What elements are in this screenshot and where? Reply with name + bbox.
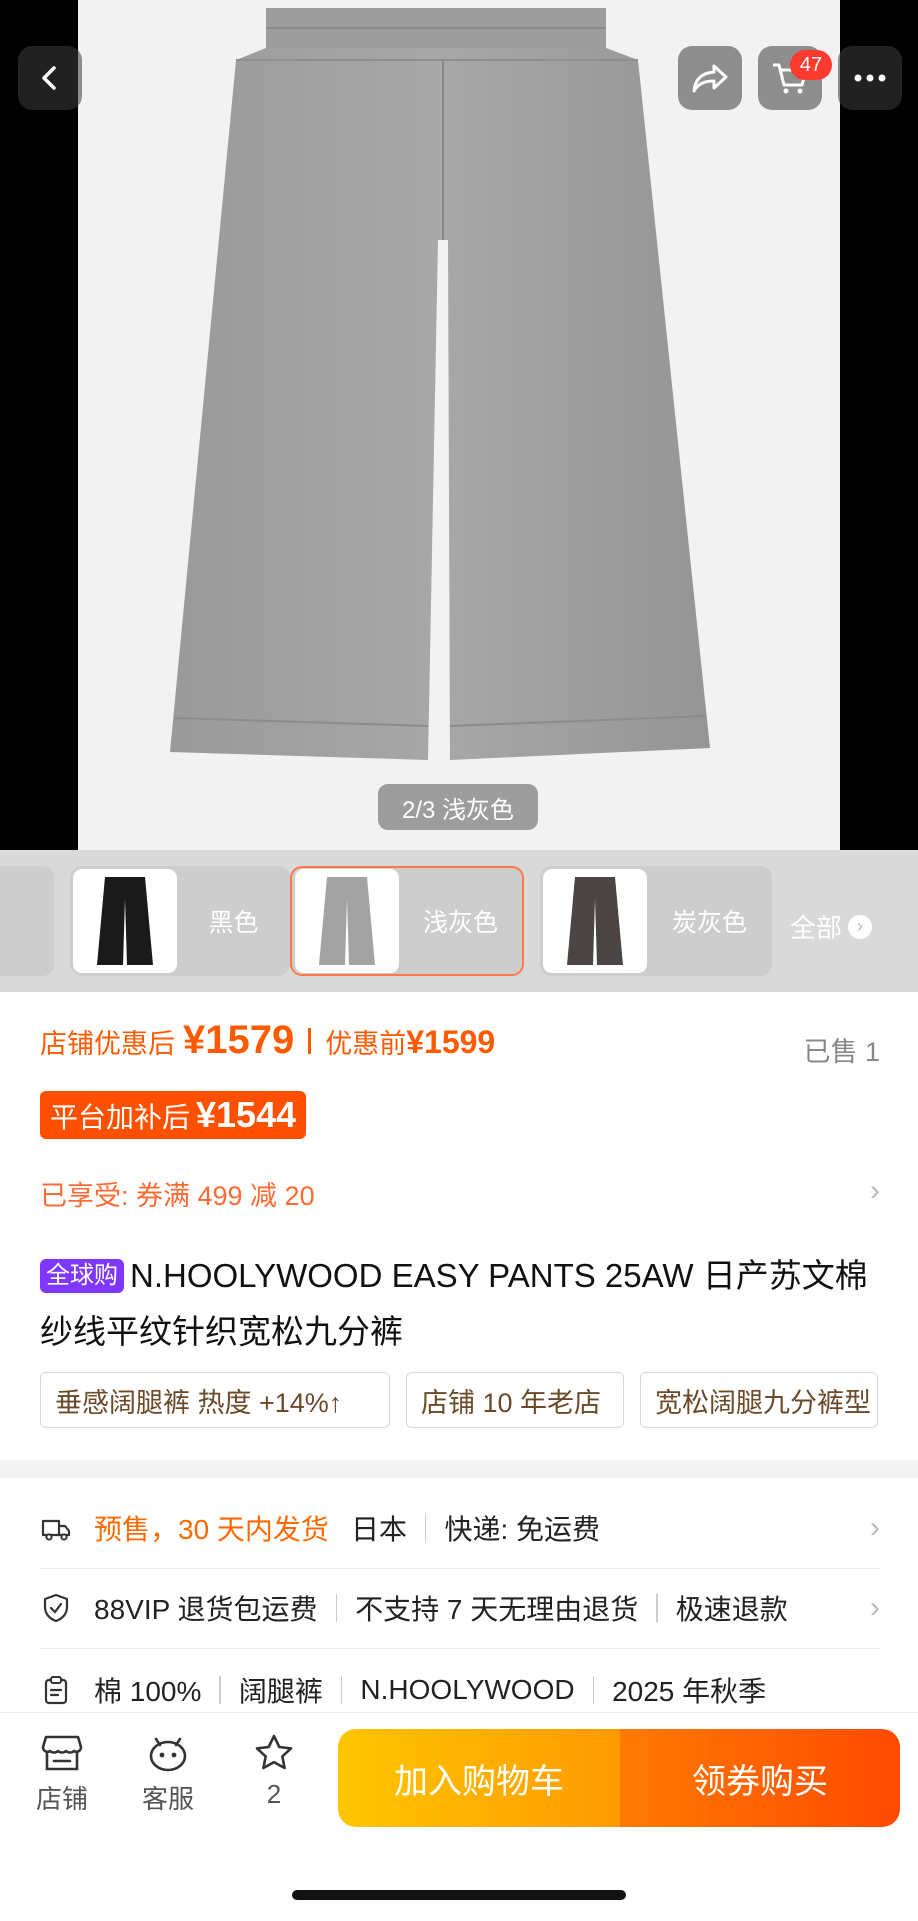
- store-label: 店铺: [35, 1784, 88, 1814]
- pre-discount-label: 优惠前: [325, 1029, 407, 1059]
- chevron-right-icon: ›: [870, 1174, 880, 1207]
- color-thumb-charcoal: [543, 869, 647, 973]
- separator: [592, 1676, 595, 1704]
- platform-price-value: ¥1544: [196, 1094, 297, 1135]
- all-colors-label: 全部: [790, 913, 843, 943]
- attr-brand: N.HOOLYWOOD: [360, 1674, 575, 1705]
- separator: [219, 1676, 221, 1704]
- store-icon: [41, 1735, 83, 1771]
- customer-service-icon: [149, 1737, 187, 1772]
- fast-refund-text: 极速退款: [675, 1594, 788, 1625]
- color-label: 浅灰色: [422, 909, 498, 937]
- return-policy-text: 不支持 7 天无理由退货: [355, 1594, 639, 1625]
- global-purchase-tag: 全球购: [40, 1259, 124, 1293]
- return-policy-row[interactable]: 88VIP 退货包运费 不支持 7 天无理由退货 极速退款 ›: [40, 1568, 880, 1649]
- cart-count-badge: 47: [790, 50, 832, 80]
- product-title: 全球购 N.HOOLYWOOD EASY PANTS 25AW 日产苏文棉纱线平纹…: [40, 1248, 885, 1360]
- clipboard-icon: [44, 1676, 68, 1705]
- back-button[interactable]: [18, 46, 82, 110]
- color-option-black[interactable]: 黑色: [70, 866, 290, 976]
- favorite-count: 2: [266, 1779, 282, 1809]
- price-divider: [308, 1027, 312, 1054]
- more-icon: [854, 74, 886, 82]
- color-label: 炭灰色: [671, 909, 747, 937]
- shop-price-value: ¥1579: [183, 1018, 295, 1062]
- origin-text: 日本: [350, 1514, 407, 1545]
- coupon-row[interactable]: 已享受: 券满 499 减 20 ›: [40, 1174, 880, 1213]
- platform-subsidy-badge: 平台加补后 ¥1544: [40, 1091, 307, 1139]
- color-option-light-gray[interactable]: 浅灰色: [290, 866, 524, 976]
- color-option-partial[interactable]: [0, 866, 54, 976]
- section-divider: [0, 1460, 918, 1478]
- separator: [656, 1594, 658, 1622]
- favorite-button[interactable]: 2: [234, 1733, 314, 1810]
- product-photo-light-gray-pants[interactable]: [78, 0, 840, 850]
- share-icon: [692, 64, 728, 93]
- sold-count: 已售 1: [803, 1037, 880, 1067]
- color-option-charcoal[interactable]: 炭灰色: [540, 866, 772, 976]
- shop-price-label: 店铺优惠后: [40, 1029, 175, 1059]
- chevron-right-icon: ›: [870, 1511, 880, 1544]
- back-icon: [42, 66, 56, 90]
- vip-return-text: 88VIP 退货包运费: [94, 1594, 318, 1625]
- chevron-right-icon: ›: [870, 1591, 880, 1624]
- color-thumb-light-gray: [295, 869, 399, 973]
- attr-style: 阔腿裤: [238, 1676, 323, 1707]
- truck-icon: [41, 1519, 71, 1541]
- add-to-cart-button[interactable]: 加入购物车: [338, 1729, 620, 1827]
- purchase-actions: 加入购物车 领券购买: [338, 1729, 900, 1827]
- color-thumb-black: [73, 869, 177, 973]
- product-tag[interactable]: 店铺 10 年老店: [406, 1372, 624, 1428]
- coupon-text: 已享受: 券满 499 减 20: [40, 1181, 315, 1211]
- customer-service-button[interactable]: 客服: [128, 1733, 208, 1816]
- express-text: 快递: 免运费: [444, 1514, 601, 1545]
- shipping-row[interactable]: 预售，30 天内发货 日本 快递: 免运费 ›: [40, 1488, 880, 1569]
- attr-season: 2025 年秋季: [612, 1676, 767, 1707]
- buy-with-coupon-button[interactable]: 领券购买: [620, 1729, 900, 1827]
- shield-check-icon: [43, 1593, 69, 1623]
- presale-text: 预售，30 天内发货: [94, 1514, 329, 1545]
- color-label: 黑色: [208, 909, 259, 937]
- attr-material: 棉 100%: [94, 1676, 202, 1707]
- shop-price: 店铺优惠后 ¥1579 优惠前 ¥1599: [40, 1018, 495, 1063]
- share-button[interactable]: [678, 46, 742, 110]
- pre-discount-value: ¥1599: [406, 1024, 496, 1060]
- separator: [340, 1676, 343, 1704]
- all-colors-button[interactable]: 全部 ›: [790, 908, 873, 945]
- photo-counter: 2/3 浅灰色: [378, 784, 538, 830]
- service-label: 客服: [141, 1784, 194, 1814]
- home-indicator: [292, 1890, 626, 1900]
- product-tag[interactable]: 宽松阔腿九分裤型: [640, 1372, 878, 1428]
- color-selector: 黑色 浅灰色 炭灰色 全部 ›: [0, 850, 918, 992]
- star-icon: [255, 1734, 293, 1770]
- chevron-right-icon: ›: [848, 914, 873, 939]
- store-button[interactable]: 店铺: [22, 1733, 102, 1816]
- product-title-text: N.HOOLYWOOD EASY PANTS 25AW 日产苏文棉纱线平纹针织宽…: [40, 1257, 868, 1350]
- platform-price-label: 平台加补后: [50, 1102, 191, 1133]
- separator: [335, 1594, 338, 1622]
- product-image-gallery[interactable]: 47 2/3 浅灰色: [0, 0, 918, 850]
- more-button[interactable]: [838, 46, 902, 110]
- product-tag[interactable]: 垂感阔腿裤 热度 +14%↑: [40, 1372, 390, 1428]
- separator: [424, 1514, 427, 1542]
